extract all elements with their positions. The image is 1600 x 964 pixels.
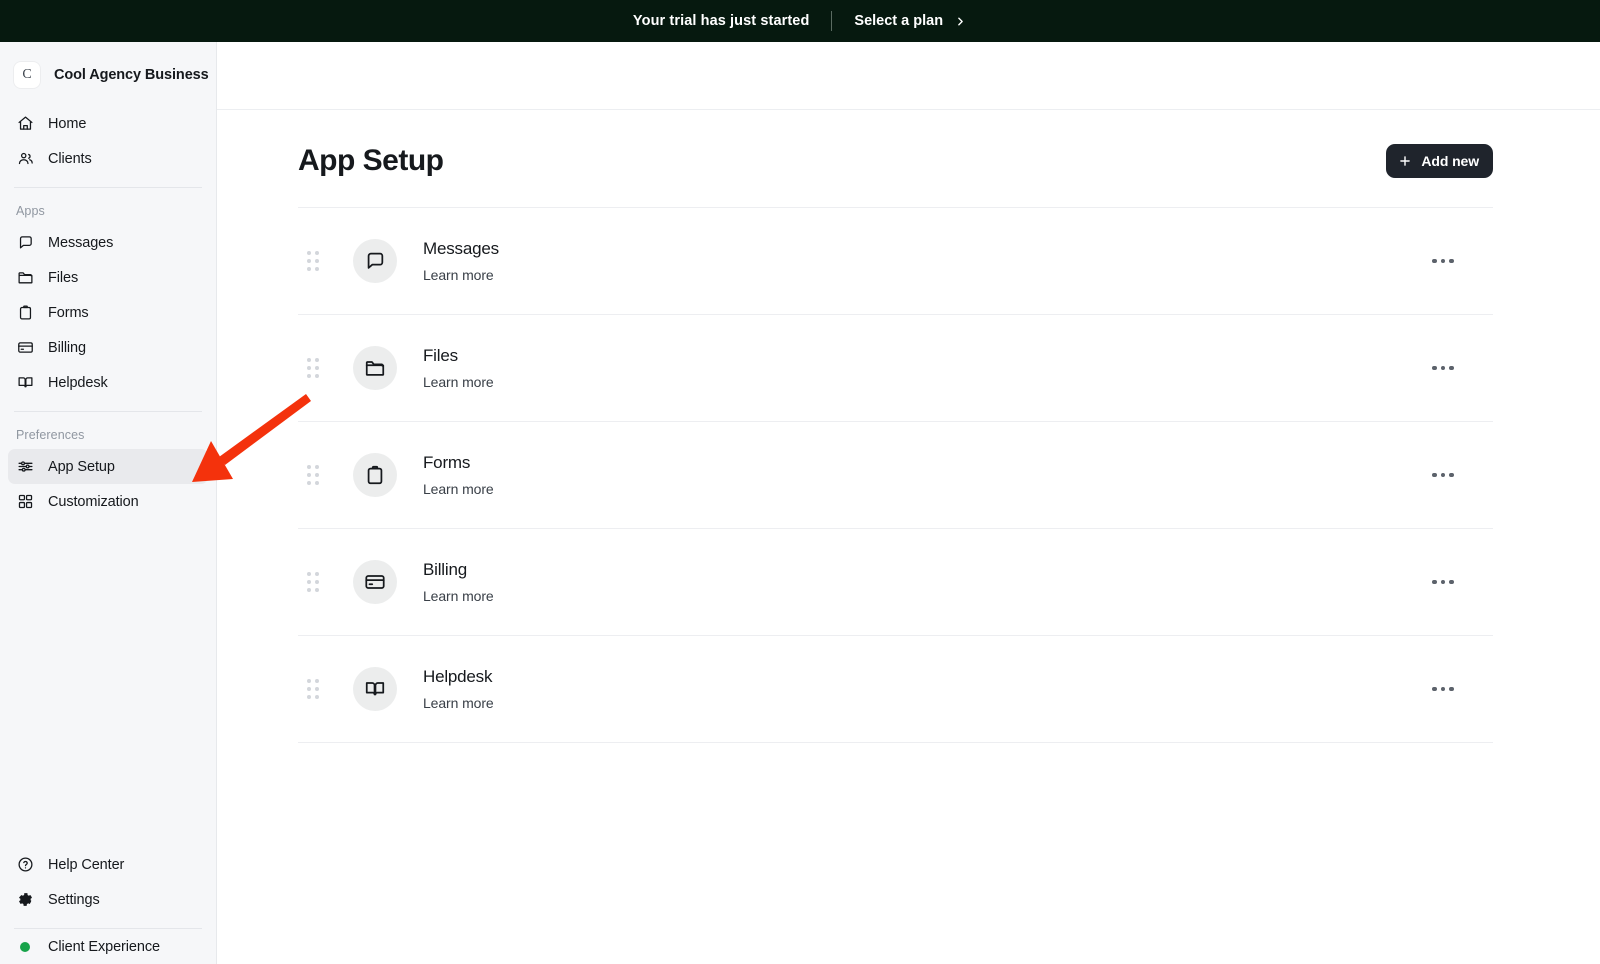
app-setup-list: Messages Learn more Files Learn more bbox=[298, 207, 1493, 743]
app-root: Your trial has just started Select a pla… bbox=[0, 0, 1600, 964]
green-dot-icon bbox=[16, 938, 34, 956]
sidebar-primary-group: Home Clients bbox=[0, 106, 216, 176]
home-icon bbox=[16, 115, 34, 133]
credit-card-icon bbox=[16, 339, 34, 357]
trial-banner: Your trial has just started Select a pla… bbox=[0, 0, 1600, 42]
add-new-button[interactable]: Add new bbox=[1386, 144, 1493, 178]
app-name: Files bbox=[423, 346, 1426, 366]
sidebar-item-forms-label: Forms bbox=[48, 305, 89, 321]
sidebar: C Cool Agency Business Home Clients Apps bbox=[0, 42, 217, 964]
sidebar-item-client-experience[interactable]: Client Experience bbox=[8, 929, 208, 964]
row-meta: Helpdesk Learn more bbox=[423, 667, 1426, 711]
book-icon bbox=[353, 667, 397, 711]
plus-icon bbox=[1398, 154, 1412, 168]
sidebar-client-experience-group: Client Experience bbox=[0, 929, 216, 964]
sidebar-item-customization-label: Customization bbox=[48, 494, 139, 510]
sidebar-item-billing-label: Billing bbox=[48, 340, 86, 356]
ellipsis-icon[interactable] bbox=[1426, 565, 1460, 599]
sidebar-item-files-label: Files bbox=[48, 270, 78, 286]
add-new-label: Add new bbox=[1421, 153, 1479, 169]
row-meta: Billing Learn more bbox=[423, 560, 1426, 604]
workspace-logo: C bbox=[14, 62, 40, 88]
ellipsis-icon[interactable] bbox=[1426, 351, 1460, 385]
trial-message: Your trial has just started bbox=[633, 13, 809, 29]
sidebar-item-files[interactable]: Files bbox=[8, 260, 208, 295]
select-a-plan-button[interactable]: Select a plan bbox=[854, 13, 967, 29]
learn-more-link[interactable]: Learn more bbox=[423, 695, 1426, 711]
sidebar-item-settings-label: Settings bbox=[48, 892, 100, 908]
message-icon bbox=[353, 239, 397, 283]
sidebar-item-messages[interactable]: Messages bbox=[8, 225, 208, 260]
learn-more-link[interactable]: Learn more bbox=[423, 267, 1426, 283]
app-name: Billing bbox=[423, 560, 1426, 580]
learn-more-link[interactable]: Learn more bbox=[423, 481, 1426, 497]
learn-more-link[interactable]: Learn more bbox=[423, 588, 1426, 604]
sidebar-item-messages-label: Messages bbox=[48, 235, 113, 251]
gear-icon bbox=[16, 891, 34, 909]
main-content: App Setup Add new Messages Lear bbox=[217, 42, 1600, 964]
row-meta: Messages Learn more bbox=[423, 239, 1426, 283]
drag-handle-icon[interactable] bbox=[305, 677, 321, 701]
message-icon bbox=[16, 234, 34, 252]
sidebar-item-forms[interactable]: Forms bbox=[8, 295, 208, 330]
sidebar-group-title-preferences: Preferences bbox=[0, 412, 216, 449]
sidebar-item-client-experience-label: Client Experience bbox=[48, 939, 160, 955]
sidebar-item-helpdesk[interactable]: Helpdesk bbox=[8, 365, 208, 400]
sidebar-item-app-setup[interactable]: App Setup bbox=[8, 449, 208, 484]
drag-handle-icon[interactable] bbox=[305, 356, 321, 380]
book-icon bbox=[16, 374, 34, 392]
clipboard-icon bbox=[353, 453, 397, 497]
clipboard-icon bbox=[16, 304, 34, 322]
sidebar-spacer bbox=[0, 519, 216, 847]
folder-icon bbox=[16, 269, 34, 287]
sidebar-bottom-group: Help Center Settings bbox=[0, 847, 216, 917]
table-row[interactable]: Files Learn more bbox=[298, 315, 1493, 422]
ellipsis-icon[interactable] bbox=[1426, 458, 1460, 492]
workspace-switcher[interactable]: C Cool Agency Business bbox=[0, 42, 216, 106]
credit-card-icon bbox=[353, 560, 397, 604]
drag-handle-icon[interactable] bbox=[305, 249, 321, 273]
sliders-icon bbox=[16, 458, 34, 476]
users-icon bbox=[16, 150, 34, 168]
app-name: Messages bbox=[423, 239, 1426, 259]
banner-divider bbox=[831, 11, 832, 31]
folder-icon bbox=[353, 346, 397, 390]
learn-more-link[interactable]: Learn more bbox=[423, 374, 1426, 390]
ellipsis-icon[interactable] bbox=[1426, 672, 1460, 706]
chevron-right-icon bbox=[954, 15, 967, 28]
ellipsis-icon[interactable] bbox=[1426, 244, 1460, 278]
workspace-name: Cool Agency Business bbox=[54, 67, 209, 83]
sidebar-item-home[interactable]: Home bbox=[8, 106, 208, 141]
table-row[interactable]: Helpdesk Learn more bbox=[298, 636, 1493, 743]
app-setup-page: App Setup Add new Messages Lear bbox=[217, 110, 1600, 743]
page-header: App Setup Add new bbox=[217, 110, 1600, 178]
sidebar-item-app-setup-label: App Setup bbox=[48, 459, 115, 475]
sidebar-item-clients-label: Clients bbox=[48, 151, 92, 167]
sidebar-item-clients[interactable]: Clients bbox=[8, 141, 208, 176]
table-row[interactable]: Messages Learn more bbox=[298, 208, 1493, 315]
sidebar-preferences-group: App Setup Customization bbox=[0, 449, 216, 519]
sidebar-item-settings[interactable]: Settings bbox=[8, 882, 208, 917]
drag-handle-icon[interactable] bbox=[305, 570, 321, 594]
row-meta: Files Learn more bbox=[423, 346, 1426, 390]
drag-handle-icon[interactable] bbox=[305, 463, 321, 487]
select-a-plan-label: Select a plan bbox=[854, 13, 943, 29]
sidebar-apps-group: Messages Files Forms Billing bbox=[0, 225, 216, 400]
sidebar-item-help-center[interactable]: Help Center bbox=[8, 847, 208, 882]
table-row[interactable]: Forms Learn more bbox=[298, 422, 1493, 529]
sidebar-item-customization[interactable]: Customization bbox=[8, 484, 208, 519]
sidebar-item-home-label: Home bbox=[48, 116, 86, 132]
sidebar-item-billing[interactable]: Billing bbox=[8, 330, 208, 365]
app-name: Forms bbox=[423, 453, 1426, 473]
sidebar-item-help-center-label: Help Center bbox=[48, 857, 124, 873]
page-title: App Setup bbox=[298, 144, 444, 178]
help-circle-icon bbox=[16, 856, 34, 874]
table-row[interactable]: Billing Learn more bbox=[298, 529, 1493, 636]
sidebar-item-helpdesk-label: Helpdesk bbox=[48, 375, 108, 391]
sidebar-group-title-apps: Apps bbox=[0, 188, 216, 225]
grid-icon bbox=[16, 493, 34, 511]
main-topbar bbox=[217, 42, 1600, 110]
app-name: Helpdesk bbox=[423, 667, 1426, 687]
row-meta: Forms Learn more bbox=[423, 453, 1426, 497]
